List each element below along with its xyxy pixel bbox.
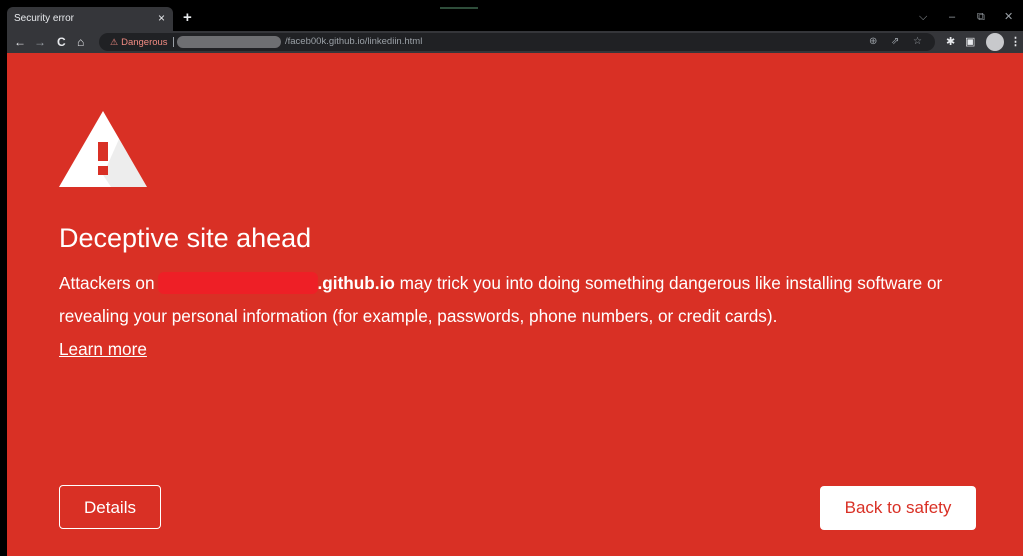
security-label: Dangerous (121, 37, 168, 48)
bookmark-star-icon[interactable]: ☆ (913, 36, 922, 48)
warning-triangle-icon (59, 111, 147, 187)
minimize-icon[interactable]: – (949, 9, 955, 25)
tab-security-error[interactable]: Security error × (7, 7, 173, 31)
tab-search-icon[interactable]: ⌵ (919, 9, 927, 25)
tab-strip: Security error × + ⌵ – ⧉ ✕ (7, 7, 1023, 31)
forward-icon[interactable]: → (34, 34, 46, 50)
security-chip[interactable]: ⚠ Dangerous (110, 36, 168, 49)
menu-icon[interactable]: ⋮ (1010, 34, 1021, 50)
tab-title: Security error (14, 13, 75, 24)
back-icon[interactable]: ← (14, 34, 26, 50)
security-interstitial: Deceptive site ahead Attackers on .github… (7, 53, 1023, 556)
redacted-url-segment (177, 36, 281, 48)
details-button[interactable]: Details (59, 485, 161, 529)
redacted-domain (157, 272, 318, 294)
warning-icon: ⚠ (110, 37, 119, 47)
close-window-icon[interactable]: ✕ (1004, 9, 1013, 25)
zoom-icon[interactable]: ⊕ (869, 36, 877, 48)
share-icon[interactable]: ⇗ (891, 36, 899, 48)
top-edge-accent (440, 7, 478, 9)
new-tab-icon[interactable]: + (183, 8, 192, 28)
tab-close-icon[interactable]: × (158, 11, 165, 25)
url-text[interactable]: /faceb00k.github.io/linkediin.html (285, 36, 422, 48)
message-prefix: Attackers on (59, 273, 155, 293)
warning-message: Attackers on .github.io may trick you int… (59, 267, 999, 366)
extensions-icon[interactable]: ✱ (946, 34, 955, 50)
page-title: Deceptive site ahead (59, 223, 312, 253)
browser-toolbar: ← → C ⌂ ⚠ Dangerous /faceb00k.github.io/l… (7, 31, 1023, 53)
home-icon[interactable]: ⌂ (77, 34, 84, 50)
side-panel-icon[interactable]: ▣ (965, 34, 975, 50)
learn-more-link[interactable]: Learn more (59, 339, 147, 359)
omnibox-divider (173, 37, 174, 47)
profile-avatar[interactable] (986, 33, 1004, 51)
address-bar[interactable]: ⚠ Dangerous /faceb00k.github.io/linkediin… (99, 33, 935, 51)
back-to-safety-button[interactable]: Back to safety (820, 486, 976, 530)
domain-suffix: .github.io (317, 273, 395, 293)
reload-icon[interactable]: C (57, 34, 66, 50)
restore-icon[interactable]: ⧉ (977, 9, 985, 25)
